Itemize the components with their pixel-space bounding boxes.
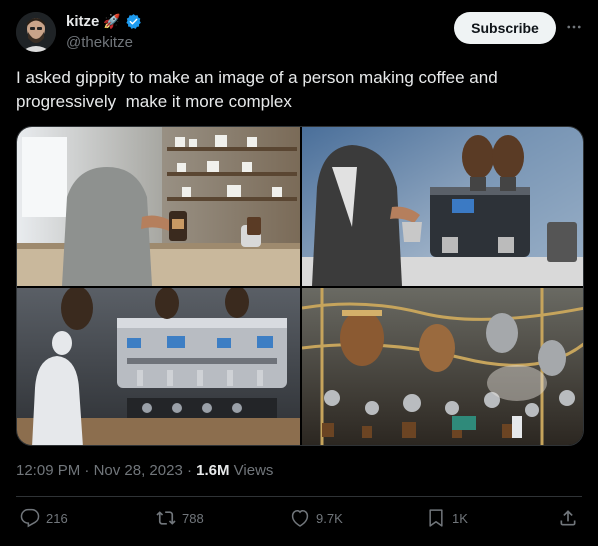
media-image-4[interactable] [302, 288, 583, 445]
bookmark-count: 1K [452, 510, 468, 526]
views-count[interactable]: 1.6M [196, 462, 229, 479]
media-grid [16, 126, 584, 446]
steampunk-coffee-factory-image [302, 288, 583, 445]
bookmark-button[interactable]: 1K [426, 508, 468, 528]
like-count: 9.7K [316, 510, 343, 526]
bookmark-icon [429, 509, 443, 527]
action-bar: 216 788 9.7K 1K [16, 508, 582, 536]
tweet-text: I asked gippity to make an image of a pe… [16, 68, 503, 111]
share-icon [560, 510, 576, 526]
repost-icon [156, 511, 176, 525]
media-image-1[interactable] [17, 127, 300, 286]
reply-button[interactable]: 216 [20, 508, 68, 528]
author-handle[interactable]: @thekitze [66, 34, 133, 51]
tweet-meta: 12:09 PM · Nov 28, 2023 · 1.6M Views [16, 462, 273, 479]
reply-count: 216 [46, 510, 68, 526]
meta-separator: · [186, 462, 192, 479]
tweet-time[interactable]: 12:09 PM [16, 462, 80, 479]
espresso-machine-image [302, 127, 583, 286]
like-button[interactable]: 9.7K [290, 508, 343, 528]
avatar[interactable] [16, 12, 56, 52]
media-image-2[interactable] [302, 127, 583, 286]
rocket-icon: 🚀 [103, 13, 121, 29]
more-options-button[interactable] [563, 17, 585, 37]
avatar-photo [16, 12, 56, 52]
views-label: Views [233, 462, 274, 479]
tweet-date[interactable]: Nov 28, 2023 [94, 462, 183, 479]
share-button[interactable] [558, 508, 578, 528]
coffee-kitchen-image [17, 127, 300, 286]
author-name[interactable]: kitze [66, 13, 99, 30]
heart-icon [291, 510, 309, 527]
reply-icon [20, 508, 40, 528]
subscribe-button[interactable]: Subscribe [454, 12, 556, 44]
repost-button[interactable]: 788 [156, 508, 204, 528]
more-icon [567, 25, 581, 29]
repost-count: 788 [182, 510, 204, 526]
media-image-3[interactable] [17, 288, 300, 445]
verified-badge-icon [125, 13, 142, 30]
complex-espresso-machine-image [17, 288, 300, 445]
author-row: kitze 🚀 [66, 13, 142, 30]
divider [16, 496, 582, 497]
meta-separator: · [84, 462, 90, 479]
